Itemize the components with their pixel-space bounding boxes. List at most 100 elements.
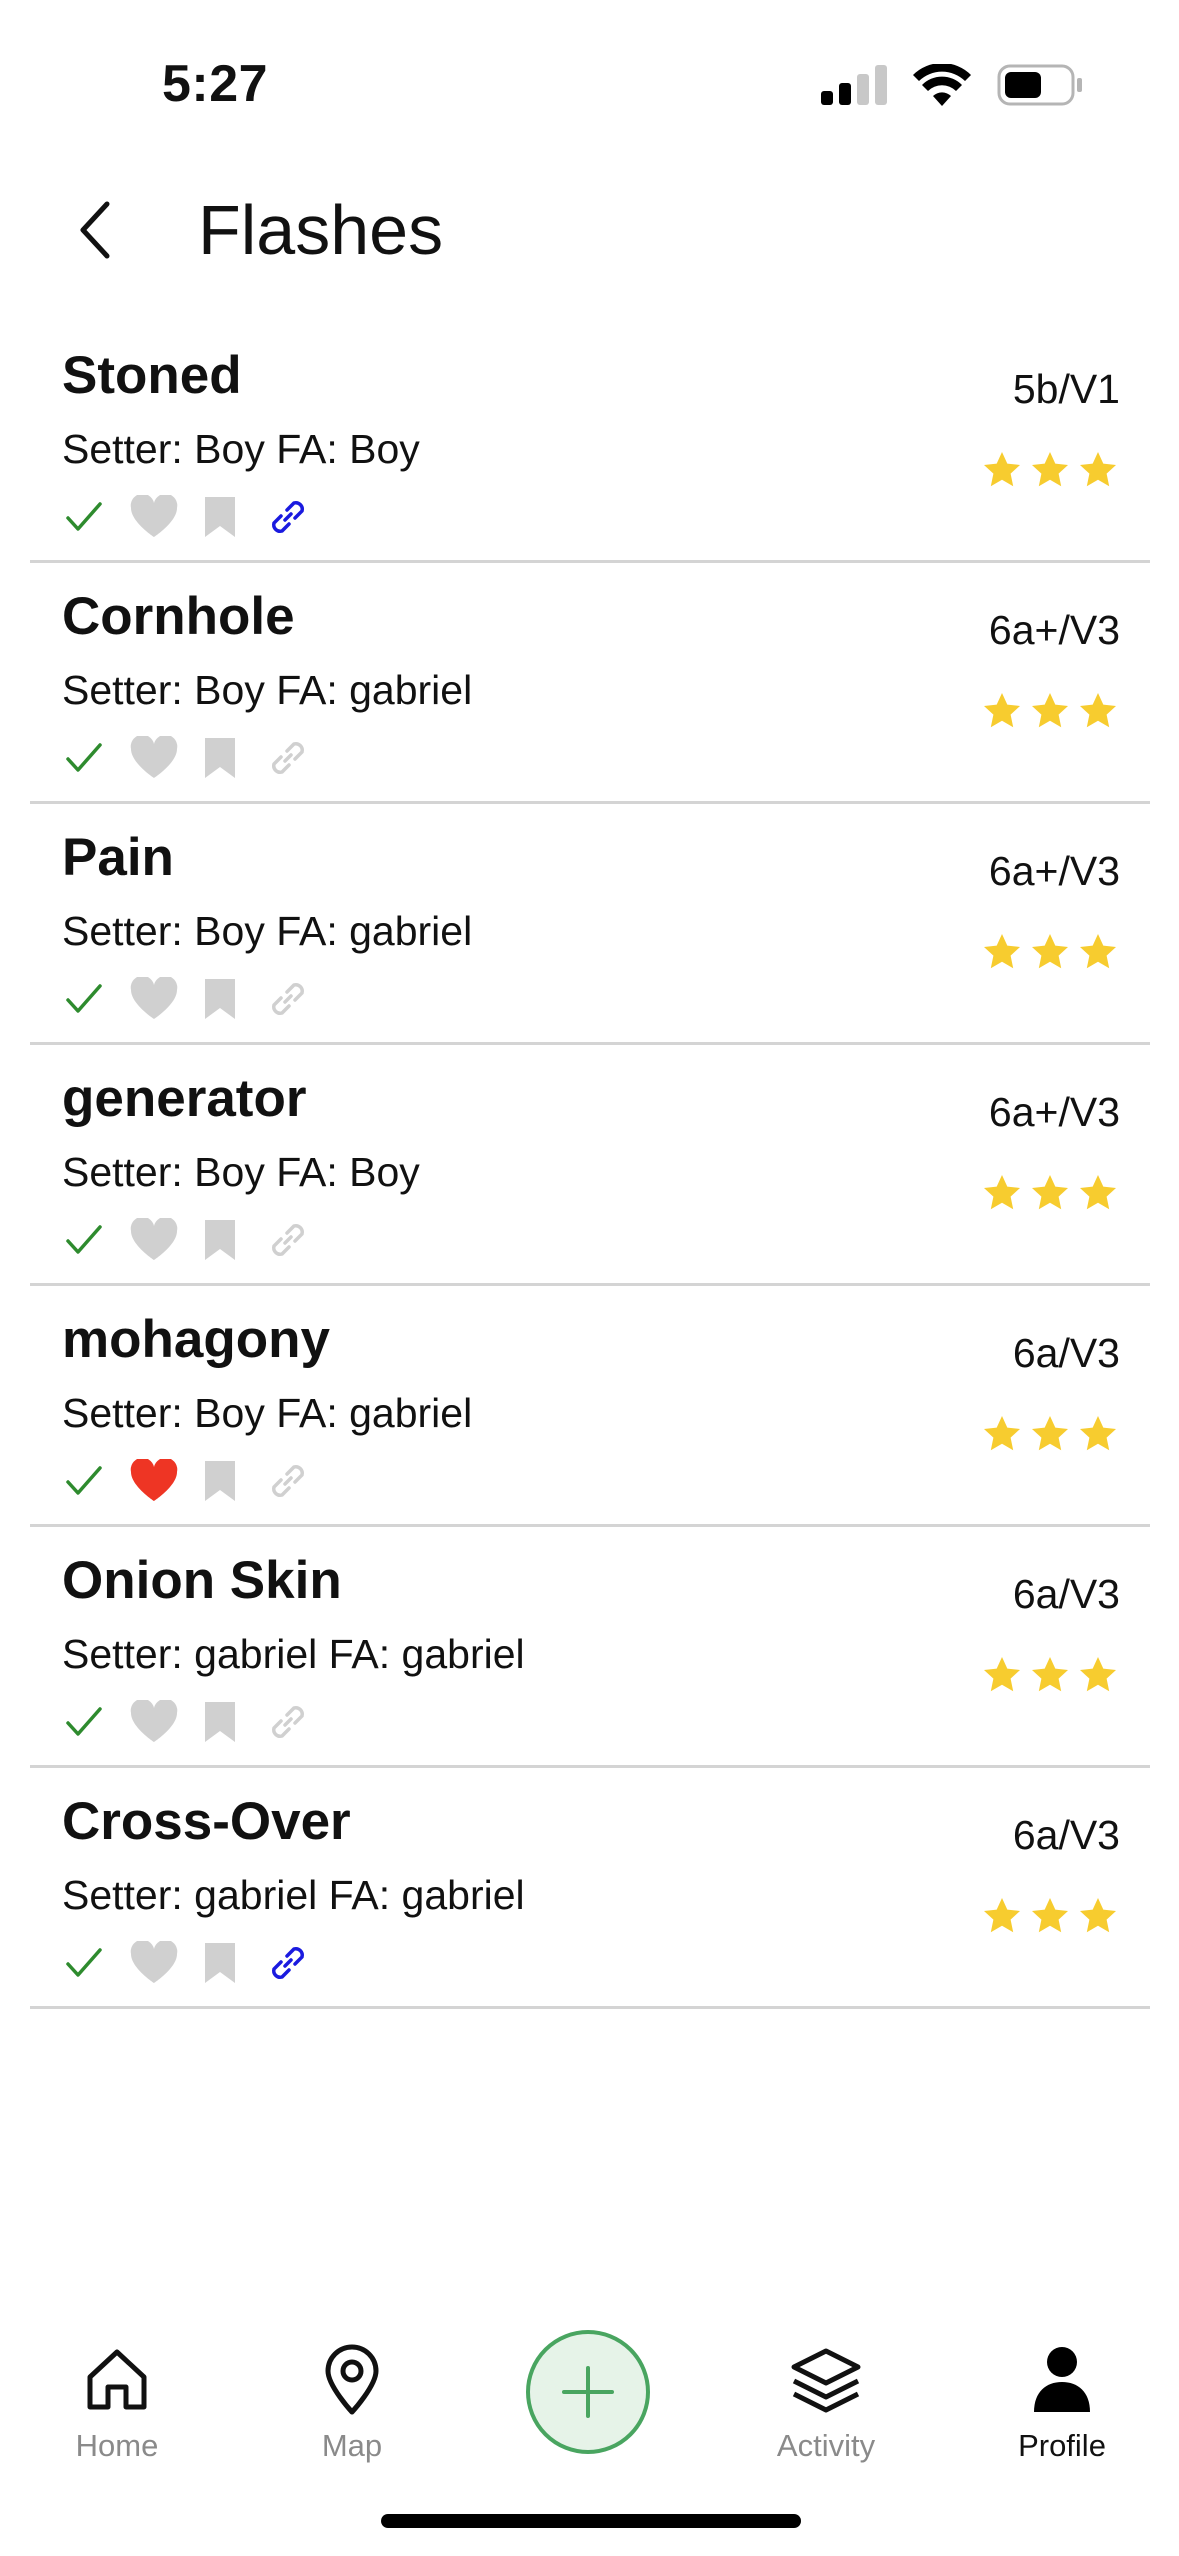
route-row[interactable]: Stoned Setter: Boy FA: Boy 5b/V1: [30, 322, 1150, 563]
link-icon[interactable]: [264, 1216, 312, 1264]
person-icon: [972, 2340, 1152, 2420]
check-icon[interactable]: [60, 1216, 108, 1264]
route-row[interactable]: Cross-Over Setter: gabriel FA: gabriel 6a/…: [30, 1768, 1150, 2009]
home-indicator: [381, 2514, 801, 2528]
route-row[interactable]: Onion Skin Setter: gabriel FA: gabriel 6a/…: [30, 1527, 1150, 1768]
cellular-signal-icon: [821, 65, 887, 110]
bookmark-icon[interactable]: [198, 975, 242, 1023]
link-icon[interactable]: [264, 975, 312, 1023]
bookmark-icon[interactable]: [198, 1457, 242, 1505]
heart-icon[interactable]: [128, 1457, 180, 1505]
tab-map[interactable]: Map: [262, 2340, 442, 2464]
check-icon[interactable]: [60, 493, 108, 541]
tab-map-label: Map: [321, 2428, 383, 2463]
check-icon[interactable]: [60, 975, 108, 1023]
star-icon: [982, 691, 1022, 736]
star-icon: [1078, 1173, 1118, 1218]
battery-icon: [997, 64, 1083, 111]
link-icon[interactable]: [264, 1457, 312, 1505]
heart-icon[interactable]: [128, 493, 180, 541]
star-icon: [1030, 1896, 1070, 1941]
heart-icon[interactable]: [128, 975, 180, 1023]
link-icon[interactable]: [264, 1939, 312, 1987]
route-actions: [60, 972, 332, 1026]
heart-icon[interactable]: [128, 734, 180, 782]
star-icon: [982, 932, 1022, 977]
tab-home[interactable]: Home: [27, 2340, 207, 2464]
route-grade: 6a/V3: [1012, 1812, 1120, 1858]
home-icon: [27, 2340, 207, 2420]
tab-bar: Home Map Activity Profile: [0, 2300, 1179, 2480]
route-actions: [60, 1695, 332, 1749]
star-icon: [1078, 450, 1118, 495]
route-row[interactable]: mohagony Setter: Boy FA: gabriel 6a/V3: [30, 1286, 1150, 1527]
route-grade: 6a/V3: [1012, 1330, 1120, 1376]
star-icon: [982, 1414, 1022, 1459]
star-icon: [1030, 1655, 1070, 1700]
route-row[interactable]: Pain Setter: Boy FA: gabriel 6a+/V3: [30, 804, 1150, 1045]
tab-profile[interactable]: Profile: [972, 2340, 1152, 2464]
route-setter: Setter: Boy FA: gabriel: [62, 1390, 473, 1436]
tab-activity-label: Activity: [776, 2428, 876, 2463]
heart-icon[interactable]: [128, 1216, 180, 1264]
route-name: Onion Skin: [62, 1551, 342, 1610]
route-grade: 6a/V3: [1012, 1571, 1120, 1617]
route-stars: [982, 932, 1118, 977]
star-icon: [1078, 1896, 1118, 1941]
route-stars: [982, 450, 1118, 495]
route-stars: [982, 1414, 1118, 1459]
check-icon[interactable]: [60, 1698, 108, 1746]
route-row[interactable]: Cornhole Setter: Boy FA: gabriel 6a+/V3: [30, 563, 1150, 804]
check-icon[interactable]: [60, 1457, 108, 1505]
route-name: Stoned: [62, 346, 242, 405]
link-icon[interactable]: [264, 734, 312, 782]
route-setter: Setter: Boy FA: gabriel: [62, 667, 473, 713]
wifi-icon: [913, 62, 971, 111]
route-setter: Setter: Boy FA: gabriel: [62, 908, 473, 954]
back-button[interactable]: [55, 190, 135, 270]
link-icon[interactable]: [264, 1698, 312, 1746]
check-icon[interactable]: [60, 734, 108, 782]
star-icon: [1078, 691, 1118, 736]
route-actions: [60, 1936, 332, 1990]
bookmark-icon[interactable]: [198, 1698, 242, 1746]
route-setter: Setter: gabriel FA: gabriel: [62, 1631, 525, 1677]
star-icon: [1030, 691, 1070, 736]
star-icon: [982, 1173, 1022, 1218]
bookmark-icon[interactable]: [198, 493, 242, 541]
route-setter: Setter: gabriel FA: gabriel: [62, 1872, 525, 1918]
star-icon: [1078, 1655, 1118, 1700]
link-icon[interactable]: [264, 493, 312, 541]
bookmark-icon[interactable]: [198, 734, 242, 782]
route-name: Pain: [62, 828, 174, 887]
star-icon: [1030, 1173, 1070, 1218]
star-icon: [1030, 450, 1070, 495]
route-stars: [982, 691, 1118, 736]
heart-icon[interactable]: [128, 1698, 180, 1746]
star-icon: [1030, 932, 1070, 977]
status-time: 5:27: [162, 55, 269, 113]
route-row[interactable]: generator Setter: Boy FA: Boy 6a+/V3: [30, 1045, 1150, 1286]
plus-icon: [562, 2366, 614, 2418]
heart-icon[interactable]: [128, 1939, 180, 1987]
route-name: Cornhole: [62, 587, 295, 646]
route-grade: 6a+/V3: [988, 607, 1120, 653]
chevron-left-icon: [80, 201, 110, 259]
star-icon: [1078, 932, 1118, 977]
route-name: mohagony: [62, 1310, 330, 1369]
tab-profile-label: Profile: [1018, 2428, 1106, 2463]
route-actions: [60, 490, 332, 544]
star-icon: [982, 1655, 1022, 1700]
bookmark-icon[interactable]: [198, 1216, 242, 1264]
check-icon[interactable]: [60, 1939, 108, 1987]
tab-activity[interactable]: Activity: [736, 2340, 916, 2464]
add-button[interactable]: [526, 2330, 650, 2454]
bookmark-icon[interactable]: [198, 1939, 242, 1987]
tab-home-label: Home: [75, 2428, 159, 2463]
route-grade: 6a+/V3: [988, 848, 1120, 894]
route-actions: [60, 1454, 332, 1508]
route-setter: Setter: Boy FA: Boy: [62, 426, 420, 472]
route-stars: [982, 1896, 1118, 1941]
route-actions: [60, 731, 332, 785]
route-stars: [982, 1173, 1118, 1218]
